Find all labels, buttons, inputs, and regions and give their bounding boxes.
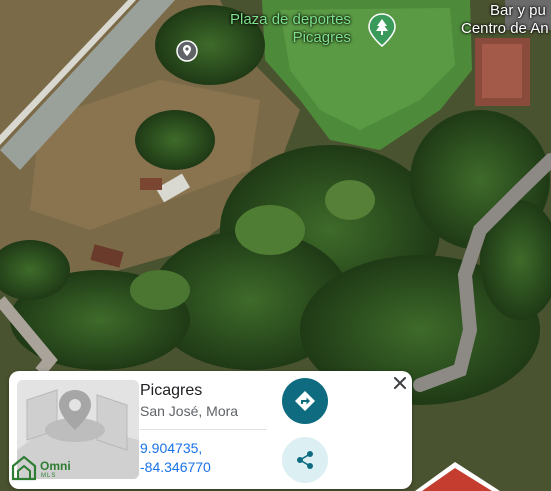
- park-label-line2: Picagres: [292, 29, 351, 46]
- place-address: San José, Mora: [140, 403, 239, 419]
- share-button[interactable]: [282, 437, 328, 483]
- location-pin-icon[interactable]: [176, 40, 198, 67]
- place-title: Picagres: [140, 382, 203, 399]
- divider: [140, 429, 267, 430]
- place-info-card: Omni MLS Picagres San José, Mora 9.90473…: [9, 371, 412, 489]
- business-label-line2: Centro de An: [461, 20, 549, 37]
- logo-subtext: MLS: [41, 473, 57, 479]
- close-icon: [394, 377, 406, 389]
- omni-mls-logo: Omni MLS: [10, 454, 74, 484]
- close-button[interactable]: [390, 373, 410, 393]
- park-label[interactable]: Plaza de deportes Picagres: [230, 11, 351, 47]
- directions-icon: [295, 391, 315, 411]
- tree-pin-icon[interactable]: [368, 13, 396, 52]
- directions-button[interactable]: [282, 378, 328, 424]
- longitude-value[interactable]: -84.346770: [140, 459, 211, 475]
- share-icon: [297, 451, 313, 469]
- satellite-map[interactable]: Plaza de deportes Picagres Bar y pu Cent…: [0, 0, 551, 491]
- business-label-line1: Bar y pu: [490, 2, 546, 19]
- latitude-value[interactable]: 9.904735,: [140, 440, 202, 456]
- logo-text: Omni: [40, 459, 71, 473]
- business-label[interactable]: Bar y pu Centro de An: [461, 2, 549, 38]
- park-label-line1: Plaza de deportes: [230, 11, 351, 28]
